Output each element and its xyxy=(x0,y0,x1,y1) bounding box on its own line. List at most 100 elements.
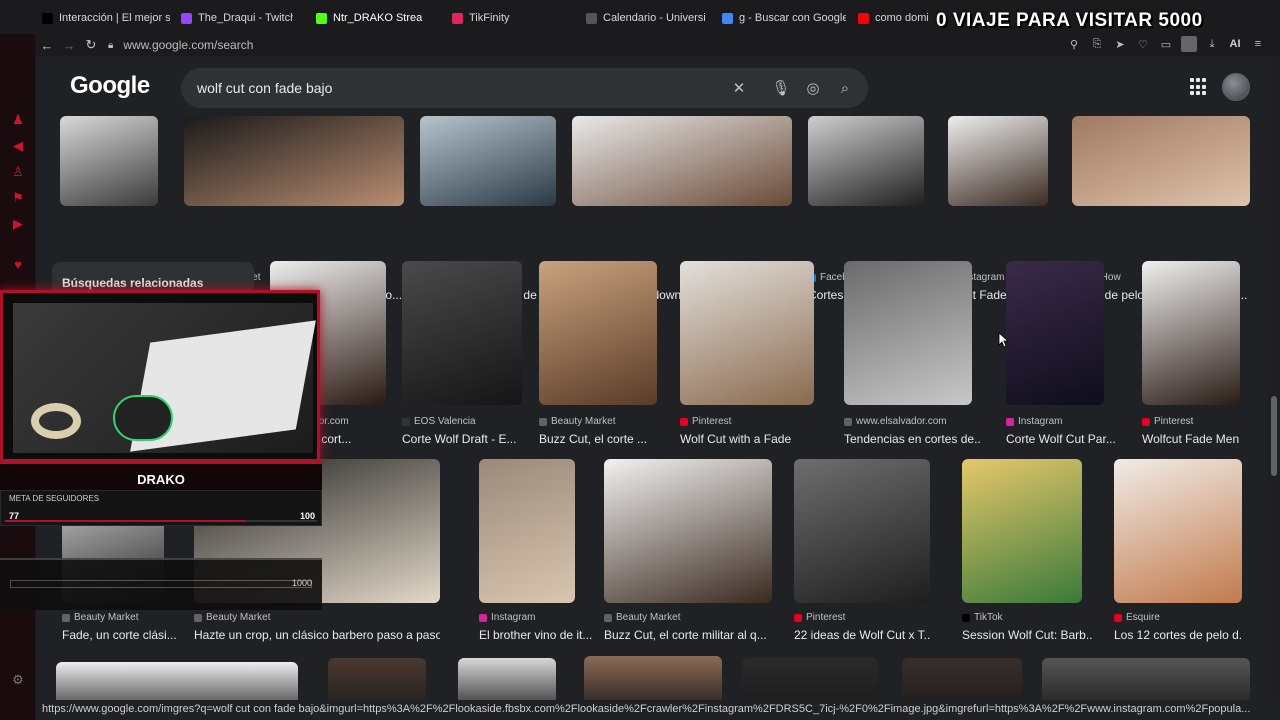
result-thumbnail[interactable] xyxy=(844,261,972,405)
play-icon[interactable]: ▶ xyxy=(10,216,26,232)
wallet-icon[interactable]: ▭ xyxy=(1158,36,1174,52)
browser-tab-label: como domina xyxy=(875,12,928,24)
result-thumbnail[interactable] xyxy=(184,116,404,206)
result-thumbnail[interactable] xyxy=(962,459,1082,603)
browser-tab[interactable]: The_Draqui - Twitch xyxy=(181,9,293,27)
result-thumbnail[interactable] xyxy=(402,261,522,405)
search-icon[interactable]: ⌕ xyxy=(833,76,857,100)
result-thumbnail[interactable] xyxy=(60,116,158,206)
result-source: Beauty Market xyxy=(62,612,138,623)
result-source: Beauty Market xyxy=(604,612,680,623)
result-title[interactable]: Wolfcut Fade Men xyxy=(1142,432,1262,446)
flag-icon[interactable]: ⚑ xyxy=(10,190,26,206)
menu-icon[interactable]: ≡ xyxy=(1250,36,1266,52)
user-icon[interactable]: ♟ xyxy=(10,112,26,128)
source-favicon-icon xyxy=(1006,417,1014,426)
result-title[interactable]: Session Wolf Cut: Barb... xyxy=(962,628,1092,642)
screen: ● ♟ ◀ ♙ ⚑ ▶ ♥ ⚙ Interacción | El mejor s… xyxy=(0,0,1280,720)
result-thumbnail[interactable] xyxy=(794,459,930,603)
megaphone-icon[interactable]: ◀ xyxy=(10,138,26,154)
scrollbar-thumb[interactable] xyxy=(1271,396,1277,476)
result-source: www.elsalvador.com xyxy=(844,416,947,427)
kick-tab-icon xyxy=(316,12,327,24)
lens-icon[interactable]: ◎ xyxy=(801,76,825,100)
result-title[interactable]: Fade, un corte clási... xyxy=(62,628,182,642)
person-icon[interactable]: ♙ xyxy=(10,164,26,180)
webcam-overlay xyxy=(0,290,320,462)
result-source-name: Instagram xyxy=(1018,416,1063,427)
result-thumbnail[interactable] xyxy=(1006,261,1104,405)
search-box[interactable]: ✕ 🎙︎ ◎ ⌕ xyxy=(181,68,868,108)
browser-tab-label: Calendario - Universid xyxy=(603,12,706,24)
account-avatar[interactable] xyxy=(1222,73,1250,101)
result-title[interactable]: Los 12 cortes de pelo d... xyxy=(1114,628,1242,642)
send-icon[interactable]: ➤ xyxy=(1112,36,1128,52)
heart-icon[interactable]: ♥ xyxy=(10,256,26,272)
clear-icon[interactable]: ✕ xyxy=(727,76,751,100)
result-thumbnail[interactable] xyxy=(328,658,426,700)
alert-text: VIAJE PARA VISITAR 5000 xyxy=(952,10,1203,31)
result-source-name: Beauty Market xyxy=(74,612,139,623)
browser-tab[interactable]: TikFinity xyxy=(452,9,524,27)
result-thumbnail[interactable] xyxy=(584,656,722,700)
result-title[interactable]: El brother vino de it... xyxy=(479,628,597,642)
settings-icon[interactable]: ⚙ xyxy=(10,672,26,688)
scrollbar[interactable] xyxy=(1268,56,1280,700)
result-thumbnail[interactable] xyxy=(604,459,772,603)
download-icon[interactable]: ⤓ xyxy=(1204,36,1220,52)
search-input[interactable] xyxy=(197,80,717,96)
result-title[interactable]: Wolf Cut with a Fade xyxy=(680,432,814,446)
result-thumbnail[interactable] xyxy=(1114,459,1242,603)
bookmark-icon[interactable]: ⎘ xyxy=(1089,36,1105,52)
result-source: EOS Valencia xyxy=(402,416,476,427)
result-title[interactable]: Corte Wolf Cut Par... xyxy=(1006,432,1116,446)
address-bar[interactable]: www.google.com/search xyxy=(123,38,253,52)
apps-grid-icon[interactable] xyxy=(1190,78,1208,96)
reload-icon[interactable]: ↻ xyxy=(80,35,102,55)
browser-tab[interactable]: g - Buscar con Google xyxy=(722,9,846,27)
profile-thumbnail-icon[interactable] xyxy=(1181,36,1197,52)
result-source: Pinterest xyxy=(1142,416,1193,427)
browser-tab[interactable]: como domina xyxy=(858,9,928,27)
webcam-tape-roll xyxy=(31,403,81,439)
result-thumbnail[interactable] xyxy=(742,658,878,700)
result-title[interactable]: Corte Wolf Draft - E... xyxy=(402,432,522,446)
result-source-name: Beauty Market xyxy=(616,612,681,623)
browser-tab[interactable]: Calendario - Universid xyxy=(586,9,706,27)
result-thumbnail[interactable] xyxy=(1072,116,1250,206)
result-thumbnail[interactable] xyxy=(458,658,556,700)
google-logo[interactable]: Google xyxy=(70,72,150,100)
result-title[interactable]: Buzz Cut, el corte ... xyxy=(539,432,657,446)
result-thumbnail[interactable] xyxy=(56,662,298,700)
extensions-tray: ⚲ ⎘ ➤ ♡ ▭ ⤓ AI ≡ xyxy=(1066,36,1266,52)
result-thumbnail[interactable] xyxy=(902,658,1022,700)
result-title[interactable]: Tendencias en cortes de... xyxy=(844,432,980,446)
result-thumbnail[interactable] xyxy=(680,261,814,405)
result-thumbnail[interactable] xyxy=(808,116,924,206)
result-thumbnail[interactable] xyxy=(948,116,1048,206)
browser-tab[interactable]: Interacción | El mejor s xyxy=(42,9,170,27)
microphone-icon[interactable]: 🎙︎ xyxy=(769,76,793,100)
result-thumbnail[interactable] xyxy=(539,261,657,405)
result-title[interactable]: 22 ideas de Wolf Cut x T... xyxy=(794,628,930,642)
ai-button[interactable]: AI xyxy=(1227,36,1243,52)
result-thumbnail[interactable] xyxy=(1142,261,1240,405)
heart-icon[interactable]: ♡ xyxy=(1135,36,1151,52)
back-arrow-icon[interactable]: ← xyxy=(36,35,58,55)
source-favicon-icon xyxy=(680,417,688,426)
follower-goal-widget: META DE SEGUIDORES 77 100 xyxy=(0,490,322,526)
forward-arrow-icon[interactable]: → xyxy=(58,35,80,55)
source-favicon-icon xyxy=(62,613,70,622)
browser-tab-label: Ntr_DRAKO Strea xyxy=(333,12,423,24)
tiktok-tab-icon xyxy=(42,12,53,24)
result-thumbnail[interactable] xyxy=(420,116,556,206)
youtube-tab-icon xyxy=(858,12,869,24)
browser-tab[interactable]: Ntr_DRAKO Strea xyxy=(316,9,438,27)
result-thumbnail[interactable] xyxy=(479,459,575,603)
pin-icon[interactable]: ⚲ xyxy=(1066,36,1082,52)
result-thumbnail[interactable] xyxy=(572,116,792,206)
result-title[interactable]: Hazte un crop, un clásico barbero paso a… xyxy=(194,628,440,642)
source-favicon-icon xyxy=(604,613,612,622)
result-title[interactable]: Buzz Cut, el corte militar al q... xyxy=(604,628,772,642)
result-thumbnail[interactable] xyxy=(1042,658,1250,700)
